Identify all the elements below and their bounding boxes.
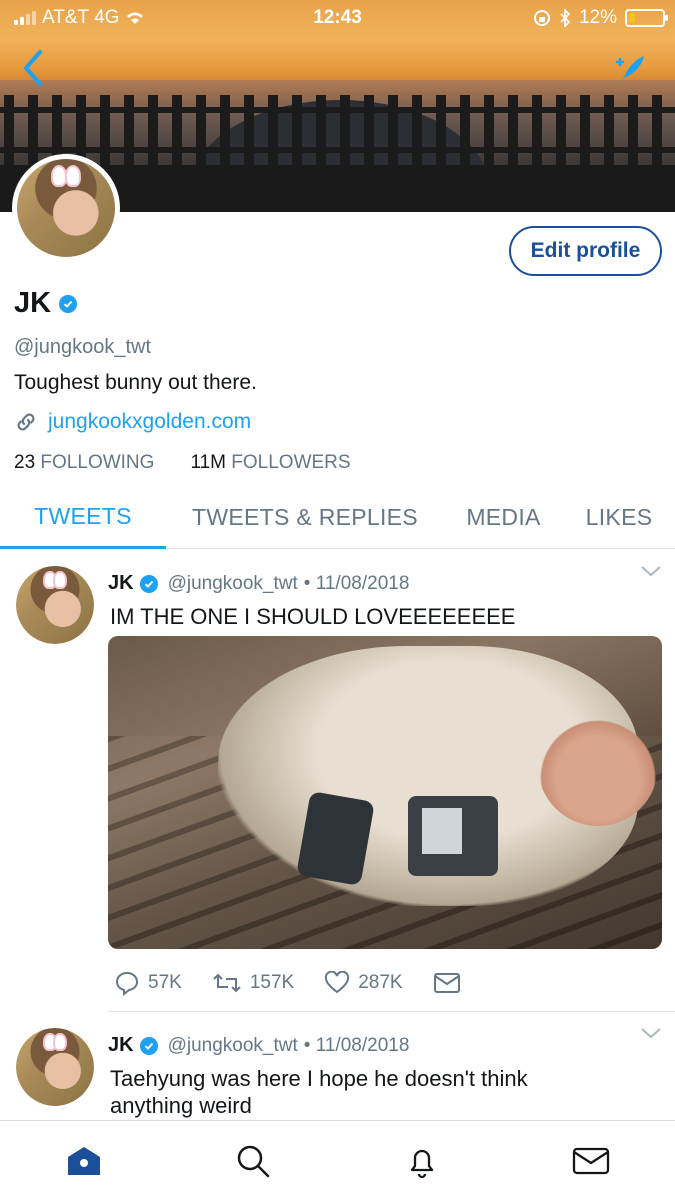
status-right: 12% — [533, 7, 668, 29]
bluetooth-icon — [560, 9, 571, 27]
nav-notifications[interactable] — [338, 1121, 507, 1200]
tab-likes[interactable]: LIKES — [563, 486, 675, 549]
verified-icon — [59, 294, 78, 313]
tweet-author-handle: @jungkook_twt — [167, 1034, 298, 1056]
nav-search[interactable] — [169, 1121, 338, 1200]
tweet-author-name: JK — [108, 572, 134, 594]
like-button[interactable]: 287K — [324, 971, 403, 995]
edit-profile-button[interactable]: Edit profile — [509, 226, 662, 276]
tweet-text: IM THE ONE I SHOULD LOVEEEEEEEE — [110, 604, 516, 629]
retweet-icon — [213, 973, 241, 993]
home-icon — [68, 1146, 101, 1175]
bottom-tab-bar — [0, 1120, 675, 1200]
battery-icon — [625, 9, 668, 27]
direct-message-button[interactable] — [433, 971, 461, 995]
tab-tweets-replies[interactable]: TWEETS & REPLIES — [166, 486, 444, 549]
notifications-icon — [410, 1149, 434, 1178]
reply-count: 57K — [148, 972, 182, 993]
back-arrow-icon — [24, 50, 42, 86]
profile-website-link[interactable]: jungkookxgolden.com — [48, 410, 251, 434]
tweet-date: • 11/08/2018 — [303, 1034, 410, 1056]
following-label: FOLLOWING — [40, 452, 155, 473]
followers-stat[interactable]: 11M FOLLOWERS — [190, 452, 350, 474]
tweet-header: JK @jungkook_twt • 11/08/2018 — [108, 1034, 409, 1057]
like-icon — [325, 971, 350, 994]
tweet-avatar[interactable] — [16, 566, 94, 644]
retweet-count: 157K — [249, 972, 295, 993]
nav-messages[interactable] — [506, 1121, 675, 1200]
following-count: 23 — [14, 452, 36, 473]
back-button[interactable] — [18, 48, 48, 88]
verified-icon — [139, 1036, 158, 1055]
phone-figure-2 — [408, 796, 498, 876]
tweet-avatar[interactable] — [16, 1028, 94, 1106]
message-icon — [433, 973, 460, 993]
link-icon — [17, 413, 35, 431]
compose-button[interactable] — [612, 52, 646, 86]
status-bar: AT&T 4G 12:43 12% — [0, 0, 675, 36]
followers-count: 11M — [190, 452, 226, 473]
avatar-image — [17, 159, 115, 257]
follow-stats: 23 FOLLOWING 11M FOLLOWERS — [14, 452, 351, 474]
retweet-button[interactable]: 157K — [212, 971, 294, 995]
tweet-author-name: JK — [108, 1034, 134, 1056]
profile-avatar[interactable] — [12, 154, 120, 262]
reply-icon — [115, 971, 139, 996]
tweet-date: • 11/08/2018 — [303, 572, 410, 594]
nav-home[interactable] — [0, 1121, 169, 1200]
profile-tabs: TWEETS TWEETS & REPLIES MEDIA LIKES — [0, 486, 675, 549]
profile-link-row: jungkookxgolden.com — [14, 410, 251, 434]
tweet-avatar-image — [16, 1028, 94, 1106]
tweet-author-handle: @jungkook_twt — [167, 572, 298, 594]
followers-label: FOLLOWERS — [231, 452, 351, 473]
chevron-down-icon[interactable] — [640, 564, 662, 578]
rotation-lock-icon — [533, 10, 550, 26]
monkey-face — [538, 706, 658, 826]
tab-media[interactable]: MEDIA — [444, 486, 563, 549]
tweet-actions: 57K 157K 287K — [114, 970, 461, 996]
messages-icon — [572, 1147, 609, 1174]
tab-tweets[interactable]: TWEETS — [0, 486, 166, 549]
battery-percent: 12% — [578, 7, 617, 28]
following-stat[interactable]: 23 FOLLOWING — [14, 452, 154, 474]
profile-handle: @jungkook_twt — [14, 336, 152, 358]
search-icon — [237, 1145, 270, 1177]
tweet-text: Taehyung was here I hope he doesn't thin… — [110, 1066, 528, 1118]
tweet-header: JK @jungkook_twt • 11/08/2018 — [108, 572, 409, 595]
verified-icon — [139, 574, 158, 593]
tweet-divider — [108, 1011, 675, 1012]
profile-name: JK — [14, 287, 52, 319]
chevron-down-icon[interactable] — [640, 1026, 662, 1040]
like-count: 287K — [358, 972, 403, 993]
tweet-media-image[interactable] — [108, 636, 662, 949]
reply-button[interactable]: 57K — [114, 970, 182, 996]
tweet-avatar-image — [16, 566, 94, 644]
compose-icon — [616, 56, 644, 82]
profile-name-row: JK — [14, 287, 78, 320]
profile-bio: Toughest bunny out there. — [14, 371, 257, 394]
